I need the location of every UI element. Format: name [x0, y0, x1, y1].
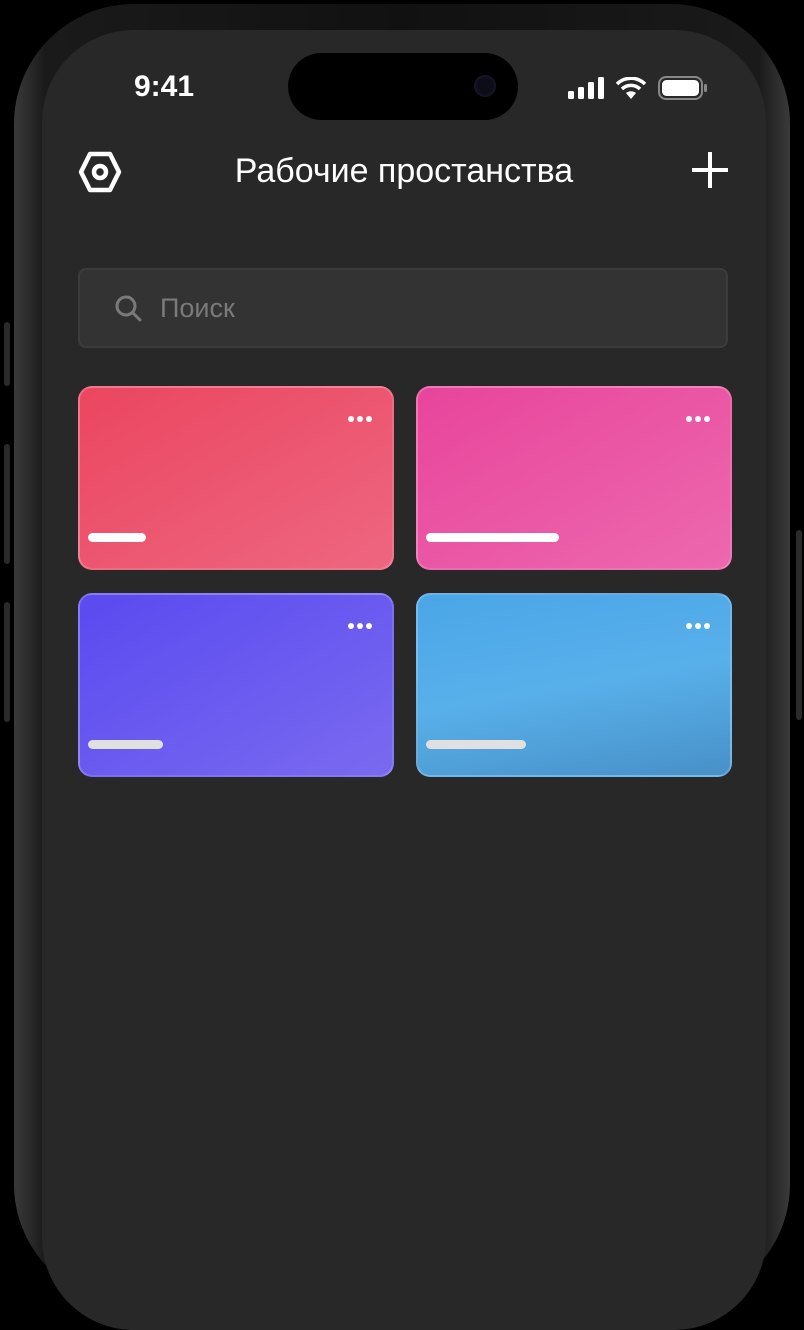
battery-icon: [658, 76, 707, 100]
more-options-icon[interactable]: [686, 416, 710, 422]
mute-switch: [4, 322, 10, 386]
workspace-name-placeholder: [88, 740, 163, 749]
dynamic-island: [288, 53, 518, 120]
header: Рабочие простанства: [42, 148, 766, 198]
workspace-name-placeholder: [426, 740, 526, 749]
cellular-signal-icon: [568, 77, 604, 99]
search-input-container[interactable]: [78, 268, 728, 348]
more-options-icon[interactable]: [348, 623, 372, 629]
workspace-card[interactable]: [78, 593, 394, 777]
workspace-name-placeholder: [88, 533, 146, 542]
status-time: 9:41: [134, 70, 195, 103]
hex-gear-icon[interactable]: [78, 148, 122, 196]
workspace-card[interactable]: [416, 386, 732, 570]
screen: 9:41 Рабочие простанства: [42, 30, 766, 1330]
more-options-icon[interactable]: [686, 623, 710, 629]
volume-up-button: [4, 444, 10, 564]
page-title: Рабочие простанства: [234, 152, 574, 190]
workspace-card[interactable]: [78, 386, 394, 570]
status-icons: [568, 76, 708, 100]
wifi-icon: [616, 77, 646, 99]
power-button: [796, 530, 802, 720]
camera-icon: [474, 75, 496, 97]
volume-down-button: [4, 602, 10, 722]
search-icon: [115, 295, 142, 322]
search-input[interactable]: [158, 291, 662, 325]
workspace-name-placeholder: [426, 533, 559, 542]
more-options-icon[interactable]: [348, 416, 372, 422]
plus-icon[interactable]: [692, 152, 728, 188]
workspace-card[interactable]: [416, 593, 732, 777]
